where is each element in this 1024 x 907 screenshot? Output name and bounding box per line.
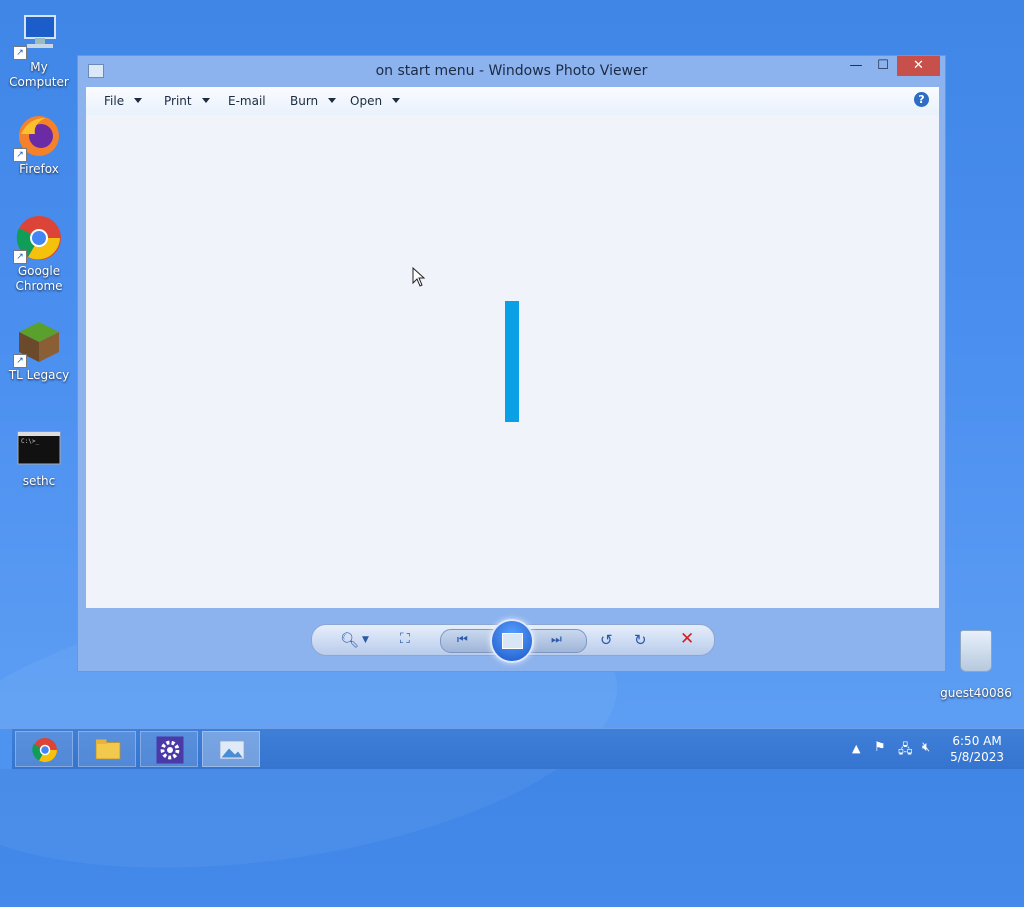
desktop-icon-firefox[interactable]: ↗ Firefox	[0, 112, 78, 177]
action-center-flag-icon[interactable]: ⚑	[874, 740, 886, 755]
zoom-dropdown-icon[interactable]: ▼	[362, 635, 369, 645]
mouse-cursor-icon	[412, 267, 426, 287]
console-icon: C:\>_	[15, 424, 63, 472]
photo-icon	[219, 740, 245, 760]
rotate-ccw-icon[interactable]: ↺	[600, 631, 613, 649]
previous-icon[interactable]: ⏮	[457, 632, 468, 647]
svg-text:C:\>_: C:\>_	[21, 438, 39, 445]
menu-open[interactable]: Open	[350, 94, 401, 108]
volume-muted-icon[interactable]: 🔇︎	[922, 740, 930, 755]
taskbar-photo-viewer[interactable]	[202, 731, 260, 767]
desktop-icon-label: My Computer	[9, 60, 69, 89]
menu-print[interactable]: Print	[164, 94, 210, 108]
menu-bar: File Print E-mail Burn Open ?	[86, 87, 939, 116]
firefox-icon: ↗	[13, 112, 63, 162]
menu-open-label: Open	[350, 94, 383, 108]
desktop-icon-recycle-bin[interactable]: guest40086	[940, 630, 1012, 700]
viewer-toolbar: 🔍︎ ▼ ⛶ ⏮ ⏭ ↺ ↻ ✕	[311, 619, 715, 663]
gear-icon	[156, 736, 184, 764]
taskbar: ▲ ⚑ 🖧︎ 🔇︎ 6:50 AM 5/8/2023	[0, 728, 1024, 769]
slideshow-icon	[502, 633, 523, 649]
desktop-icon-label: sethc	[22, 474, 56, 488]
clock-time: 6:50 AM	[952, 734, 1002, 748]
image-viewport[interactable]	[86, 115, 939, 608]
desktop-icon-chrome[interactable]: ↗ Google Chrome	[0, 214, 78, 294]
desktop-icon-tl-legacy[interactable]: ↗ TL Legacy	[0, 318, 78, 383]
window-title: on start menu - Windows Photo Viewer	[375, 63, 648, 79]
caret-down-icon	[328, 98, 337, 103]
taskbar-explorer[interactable]	[78, 731, 136, 767]
desktop-icon-label: Google Chrome	[15, 264, 63, 293]
menu-burn-label: Burn	[290, 94, 319, 108]
menu-file[interactable]: File	[104, 94, 143, 108]
start-button[interactable]	[0, 729, 12, 769]
menu-email-label: E-mail	[228, 94, 266, 108]
network-icon[interactable]: 🖧︎	[898, 740, 913, 762]
desktop-icon-label: guest40086	[940, 686, 1012, 700]
caret-down-icon	[201, 98, 210, 103]
grass-block-icon: ↗	[13, 318, 63, 368]
taskbar-settings[interactable]	[140, 731, 198, 767]
chrome-icon	[32, 738, 58, 763]
menu-file-label: File	[104, 94, 125, 108]
title-bar[interactable]: on start menu - Windows Photo Viewer — ☐…	[78, 56, 945, 86]
delete-icon[interactable]: ✕	[680, 629, 694, 649]
maximize-button[interactable]: ☐	[871, 58, 895, 78]
actual-size-icon[interactable]: ⛶	[400, 631, 410, 647]
zoom-icon[interactable]: 🔍︎	[340, 631, 359, 649]
photo-viewer-window: on start menu - Windows Photo Viewer — ☐…	[77, 55, 946, 672]
minimize-button[interactable]: —	[844, 58, 868, 78]
desktop-icon-my-computer[interactable]: ↗ My Computer	[0, 10, 78, 90]
slideshow-button[interactable]	[490, 619, 534, 663]
show-hidden-icons[interactable]: ▲	[852, 742, 860, 755]
menu-burn[interactable]: Burn	[290, 94, 337, 108]
chrome-icon: ↗	[13, 214, 63, 264]
system-clock[interactable]: 6:50 AM 5/8/2023	[950, 733, 1004, 765]
desktop-icon-sethc[interactable]: C:\>_ sethc	[0, 424, 78, 489]
desktop-icon-label: TL Legacy	[8, 368, 70, 382]
help-icon[interactable]: ?	[914, 92, 929, 107]
folder-icon	[95, 739, 121, 760]
caret-down-icon	[392, 98, 401, 103]
caret-down-icon	[134, 98, 143, 103]
next-icon[interactable]: ⏭	[551, 632, 562, 647]
recycle-bin-icon	[960, 630, 992, 672]
displayed-image	[505, 301, 519, 422]
taskbar-chrome[interactable]	[15, 731, 73, 767]
menu-print-label: Print	[164, 94, 192, 108]
close-button[interactable]: ✕	[897, 56, 940, 76]
clock-date: 5/8/2023	[950, 750, 1004, 764]
menu-email[interactable]: E-mail	[228, 94, 266, 108]
monitor-icon: ↗	[13, 10, 63, 60]
desktop-icon-label: Firefox	[19, 162, 59, 176]
rotate-cw-icon[interactable]: ↻	[634, 631, 647, 649]
